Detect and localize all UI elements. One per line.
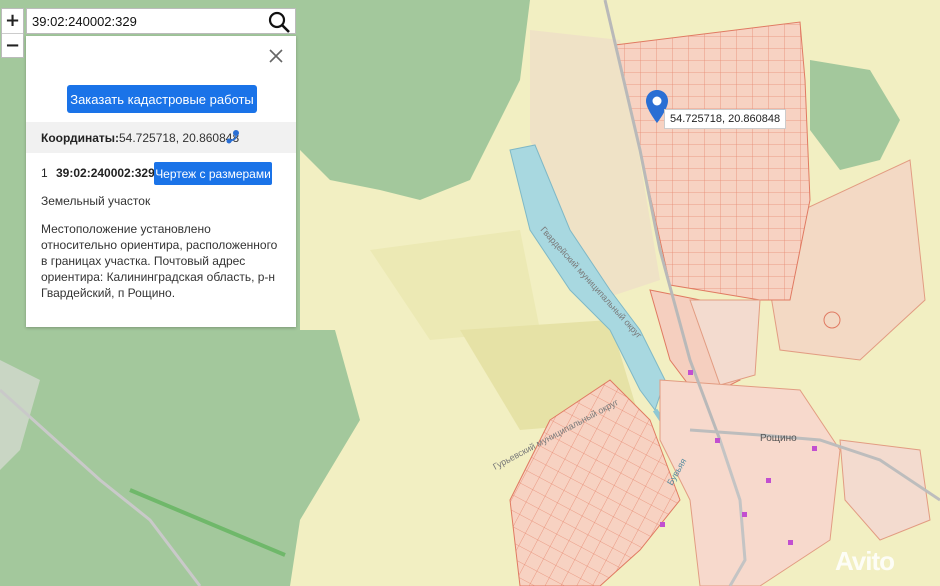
zoom-out-button[interactable]: − xyxy=(2,33,23,57)
close-icon[interactable] xyxy=(268,48,284,64)
result-row: 1 39:02:240002:329 xyxy=(41,166,155,180)
parcel-description: Местоположение установлено относительно … xyxy=(41,222,278,300)
search-icon[interactable] xyxy=(267,10,291,34)
label-village: Рощино xyxy=(760,433,797,444)
zoom-in-button[interactable]: + xyxy=(2,9,23,33)
parcel-type: Земельный участок xyxy=(41,194,151,208)
cadastral-number: 39:02:240002:329 xyxy=(56,166,155,180)
coordinates-row: Координаты: 54.725718, 20.860848 xyxy=(26,122,296,153)
search-input[interactable] xyxy=(27,9,259,33)
result-index: 1 xyxy=(41,166,48,180)
order-cadastral-work-button[interactable]: Заказать кадастровые работы xyxy=(67,85,257,113)
zoom-control: + − xyxy=(1,8,24,58)
drawing-with-dimensions-button[interactable]: Чертеж с размерами xyxy=(154,162,272,185)
coordinates-value: 54.725718, 20.860848 xyxy=(119,131,240,145)
marker-coordinates-label: 54.725718, 20.860848 xyxy=(664,109,787,129)
coordinates-label: Координаты: xyxy=(41,131,120,145)
parcel-info-panel: Заказать кадастровые работы Координаты: … xyxy=(26,36,296,327)
watermark: Avito xyxy=(835,546,895,576)
route-icon[interactable] xyxy=(225,129,241,145)
search-box xyxy=(26,8,296,34)
